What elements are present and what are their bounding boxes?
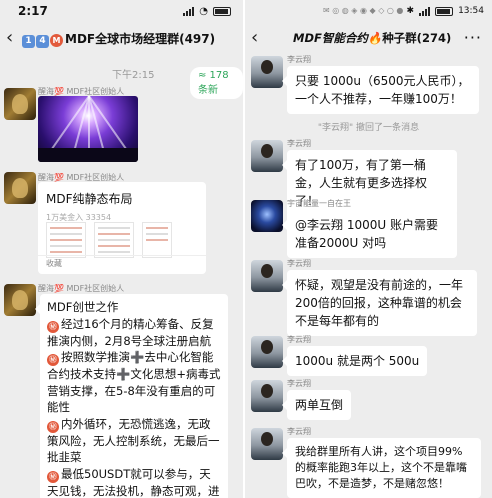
card-footer: 收藏	[46, 259, 62, 268]
message-text: @李云翔 1000U 账户需要准备2000U 对吗	[295, 218, 438, 250]
message-text: 我给群里所有人讲，这个项目99%的概率能跑3年以上，这个不是靠嘴巴吹，不是造梦，…	[295, 445, 467, 490]
secret-badge-icon: ㊙	[47, 354, 59, 366]
more-options-icon[interactable]: ···	[464, 28, 482, 47]
chat-header: ‹ 1 4 M MDF全球市场经理群(497)	[0, 24, 243, 54]
battery-icon	[213, 7, 231, 16]
status-icons: ✱ 13:54	[407, 6, 484, 16]
message-point: 最低50USDT就可以参与，天天见钱，无法投机，静态可观，进出可查	[47, 466, 220, 498]
battery-icon	[435, 6, 454, 16]
message-text: 1000u 就是两个 500u	[295, 354, 420, 368]
message-bubble: MDF创世之作 ㊙经过16个月的精心筹备、反复推演内侧，2月8号全球注册启航 ㊙…	[35, 294, 228, 498]
status-bar: 2:17 ◔	[0, 0, 243, 22]
chat-title-text: MDF全球市场经理群(497)	[65, 32, 216, 46]
sender-name: 李云翔	[287, 139, 311, 148]
message-bubble: 只要 1000u（6500元人民币），一个人不推荐，一年赚100万！	[282, 66, 479, 114]
bluetooth-icon: ✱	[406, 6, 415, 16]
status-notification-icons: ✉ ◎ ◍ ◈ ◉ ◆ ◇ ○ ●	[323, 6, 404, 15]
document-thumbnail	[142, 222, 172, 258]
chat-header: ‹ MDF智能合约🔥种子群(274) ···	[245, 24, 492, 54]
status-time: 2:17	[18, 4, 48, 18]
message-point: 按照数学推演➕去中心化智能合约技术支持➕文化思想+病毒式营销支撑，在5-8年没有…	[47, 350, 221, 414]
sender-name: 李云翔	[287, 259, 311, 268]
sender-name: 李云翔	[287, 427, 311, 436]
recall-notice: "李云翔" 撤回了一条消息	[317, 123, 420, 133]
avatar[interactable]	[251, 260, 283, 292]
sender-name: 李云翔	[287, 335, 311, 344]
group-badge-m: M	[50, 34, 63, 47]
wifi-icon: ◔	[199, 6, 208, 17]
group-badge-2: 4	[36, 35, 49, 48]
back-icon[interactable]: ‹	[251, 27, 258, 48]
concert-image[interactable]	[38, 96, 138, 162]
document-thumbnail	[46, 222, 86, 258]
secret-badge-icon: ㊙	[47, 420, 59, 433]
avatar[interactable]	[251, 336, 283, 368]
right-chat-screen: ✉ ◎ ◍ ◈ ◉ ◆ ◇ ○ ● ✱ 13:54 ‹ MDF智能合约🔥种子群(…	[245, 0, 492, 498]
chat-title-suffix: 种子群(274)	[382, 31, 452, 45]
document-thumbnail	[94, 222, 134, 258]
group-badge-1: 1	[22, 35, 35, 48]
back-icon[interactable]: ‹	[6, 27, 13, 48]
message-text: 只要 1000u（6500元人民币），一个人不推荐，一年赚100万！	[295, 74, 470, 106]
message-bubble: @李云翔 1000U 账户需要准备2000U 对吗	[282, 210, 457, 258]
secret-badge-icon: ㊙	[47, 320, 59, 333]
avatar[interactable]	[251, 56, 283, 88]
message-text: 怀疑，观望是没有前途的，一年200倍的回报，这种靠谱的机会不是每年都有的	[295, 278, 464, 328]
message-bubble: 我给群里所有人讲，这个项目99%的概率能跑3年以上，这个不是靠嘴巴吹，不是造梦，…	[282, 438, 481, 498]
status-bar: ✉ ◎ ◍ ◈ ◉ ◆ ◇ ○ ● ✱ 13:54	[245, 0, 492, 22]
message-bubble: 两单互倒	[281, 390, 352, 420]
sender-name: 宇宙能量一自在王	[287, 199, 351, 208]
sender-name: 醒海💯 MDF社区创始人	[38, 284, 125, 293]
shared-document-card[interactable]: MDF纯静态布局 1万美金入 33354 收藏	[38, 182, 206, 274]
avatar[interactable]	[4, 88, 36, 120]
avatar[interactable]	[251, 428, 283, 460]
secret-badge-icon: ㊙	[47, 470, 59, 483]
signal-icon	[419, 6, 431, 16]
avatar[interactable]	[251, 380, 283, 412]
signal-icon	[183, 7, 195, 16]
chat-title: 1 4 M MDF全球市场经理群(497)	[22, 30, 215, 48]
time-divider: 下午2:15	[112, 70, 155, 81]
avatar[interactable]	[251, 140, 283, 172]
unread-messages-pill[interactable]: ≈ 178条新	[190, 67, 243, 99]
card-title: MDF纯静态布局	[46, 192, 133, 206]
left-chat-screen: 2:17 ◔ ‹ 1 4 M MDF全球市场经理群(497) 下午2:15 ≈ 178…	[0, 0, 243, 498]
avatar[interactable]	[251, 200, 283, 232]
status-time: 13:54	[458, 6, 484, 16]
message-bubble: 1000u 就是两个 500u	[281, 346, 428, 376]
sender-name: 李云翔	[287, 379, 311, 388]
status-icons: ◔	[183, 6, 231, 17]
message-heading: MDF创世之作	[47, 300, 119, 314]
message-text: 两单互倒	[295, 398, 344, 412]
avatar[interactable]	[4, 284, 36, 316]
avatar[interactable]	[4, 172, 36, 204]
sender-name: 李云翔	[287, 55, 311, 64]
fire-icon: 🔥	[367, 31, 383, 45]
chat-title: MDF智能合约🔥种子群(274)	[293, 30, 451, 46]
chat-title-text: MDF智能合约	[293, 31, 368, 45]
message-bubble: 怀疑，观望是没有前途的，一年200倍的回报，这种靠谱的机会不是每年都有的	[282, 270, 477, 336]
message-point: 经过16个月的精心筹备、反复推演内侧，2月8号全球注册启航	[47, 316, 214, 348]
message-point: 内外循环，无恐慌逃逸，无政策风险，无人控制系统，无最后一批韭菜	[47, 416, 220, 465]
